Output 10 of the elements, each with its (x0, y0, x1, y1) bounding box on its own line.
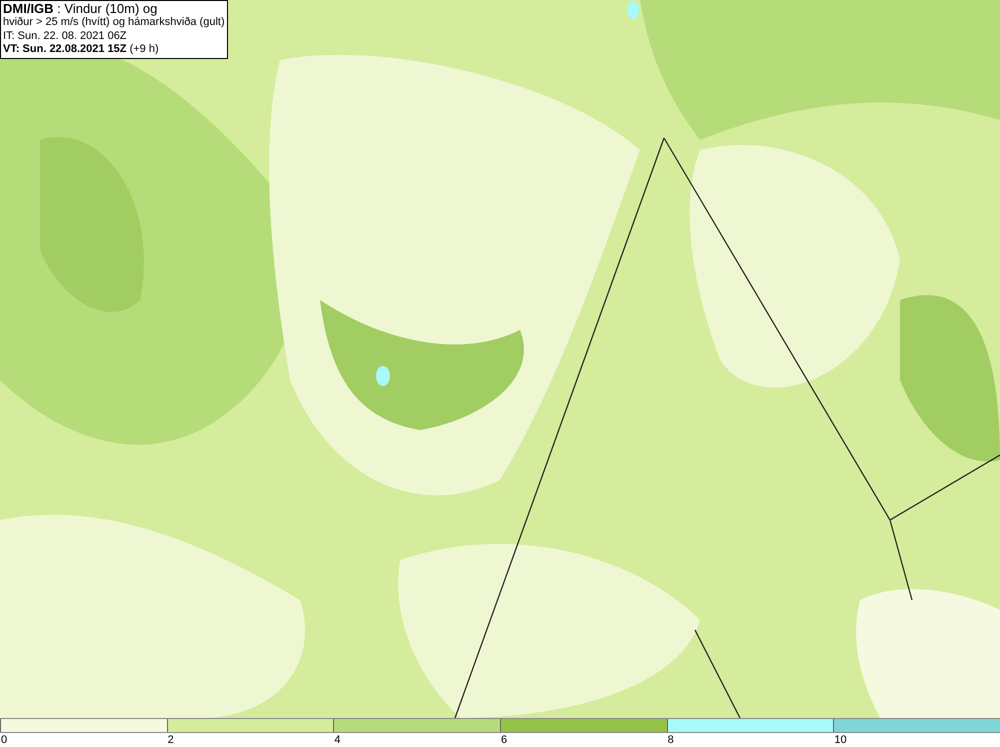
title-line: hviður > 25 m/s (hvítt) og hámarkshviða (gult) (3, 16, 225, 30)
scale-label: 2 (168, 733, 174, 747)
scale-label: 0 (1, 733, 8, 747)
title-line: VT: Sun. 22.08.2021 15Z (+9 h) (3, 43, 160, 56)
scale-label: 4 (334, 733, 340, 747)
scale-label: 6 (501, 733, 508, 747)
title-line: IT: Sun. 22. 08. 2021 06Z (3, 30, 128, 43)
title-line: DMI/IGB : Vindur (10m) og (3, 2, 158, 16)
scale-label: 10 (834, 733, 847, 747)
scale-label: 8 (668, 733, 674, 747)
